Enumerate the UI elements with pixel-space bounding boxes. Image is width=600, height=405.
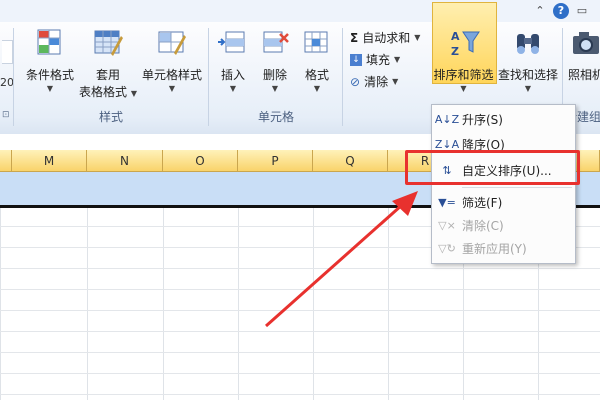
annotation-arrow [265, 191, 418, 328]
arrow-shaft [265, 203, 403, 328]
